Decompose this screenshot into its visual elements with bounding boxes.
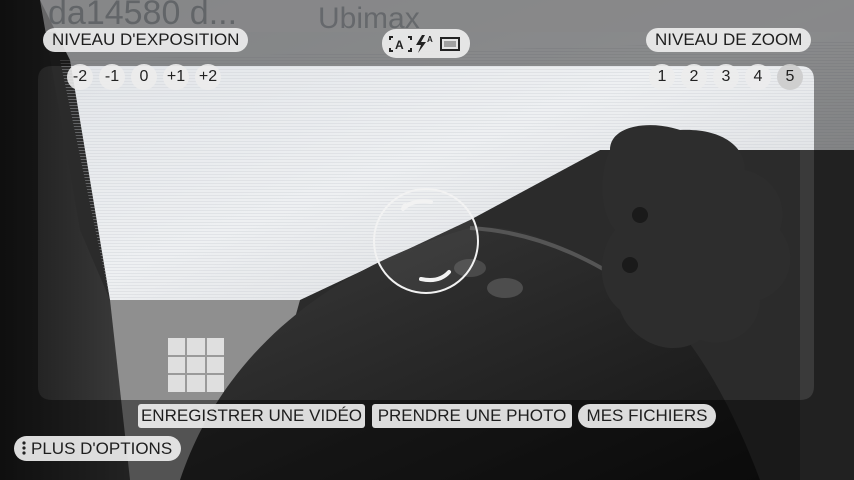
zoom-option[interactable]: 1 bbox=[649, 64, 675, 90]
more-vertical-icon bbox=[22, 441, 26, 455]
record-video-button[interactable]: ENREGISTRER UNE VIDÉO bbox=[138, 404, 365, 428]
my-files-button[interactable]: MES FICHIERS bbox=[578, 404, 716, 428]
flash-auto-icon: A bbox=[416, 35, 433, 53]
take-photo-button[interactable]: PRENDRE UNE PHOTO bbox=[372, 404, 572, 428]
zoom-option[interactable]: 5 bbox=[777, 64, 803, 90]
svg-text:A: A bbox=[395, 38, 404, 52]
zoom-option[interactable]: 2 bbox=[681, 64, 707, 90]
svg-text:A: A bbox=[427, 35, 433, 44]
camera-mode-indicators: A A bbox=[382, 29, 470, 58]
auto-exposure-icon: A bbox=[389, 36, 412, 52]
exposure-option[interactable]: +2 bbox=[195, 64, 221, 90]
exposure-option[interactable]: -1 bbox=[99, 64, 125, 90]
exposure-option[interactable]: 0 bbox=[131, 64, 157, 90]
focus-reticle[interactable] bbox=[373, 188, 479, 294]
exposure-level-label: NIVEAU D'EXPOSITION bbox=[43, 28, 249, 52]
zoom-option[interactable]: 4 bbox=[745, 64, 771, 90]
zoom-level-label: NIVEAU DE ZOOM bbox=[646, 28, 812, 52]
exposure-option[interactable]: +1 bbox=[163, 64, 189, 90]
aspect-ratio-icon bbox=[440, 37, 460, 51]
zoom-option[interactable]: 3 bbox=[713, 64, 739, 90]
more-options-button[interactable]: PLUS D'OPTIONS bbox=[14, 436, 182, 461]
exposure-option[interactable]: -2 bbox=[67, 64, 93, 90]
more-options-label: PLUS D'OPTIONS bbox=[31, 439, 173, 458]
